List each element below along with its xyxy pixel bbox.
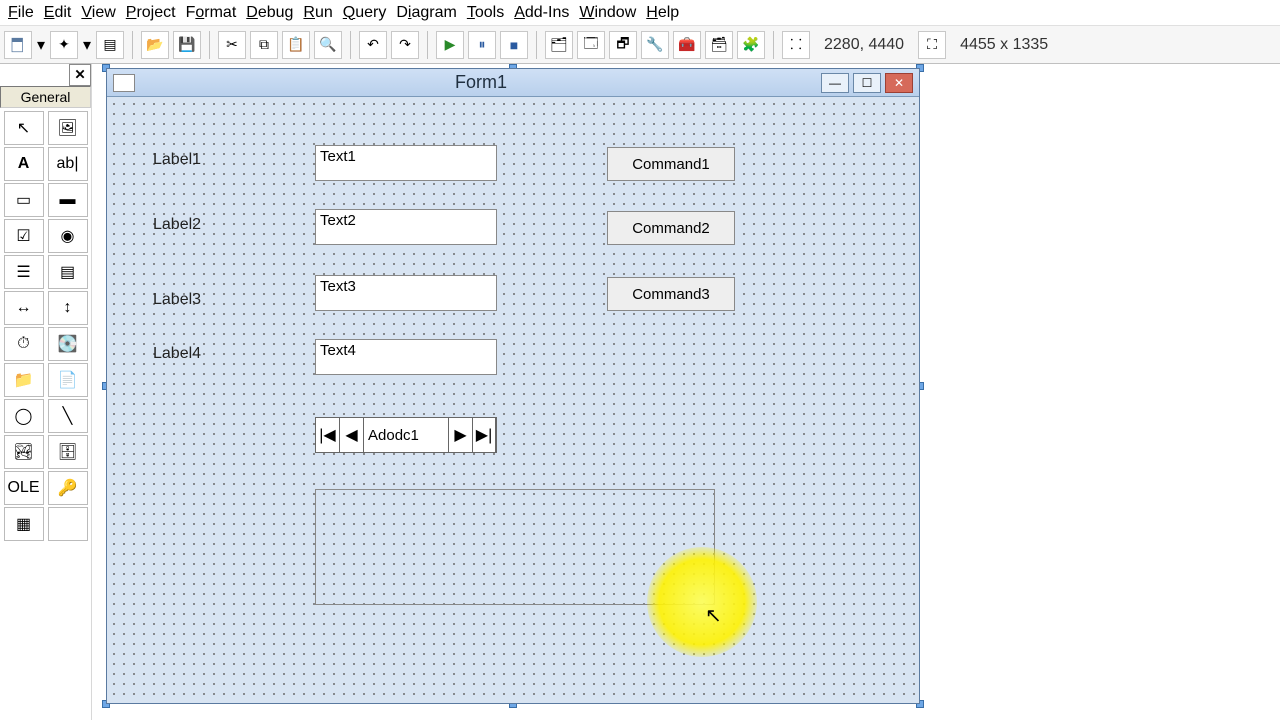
ole-tool[interactable]: OLE [4, 471, 44, 505]
size-readout: 4455 x 1335 [950, 36, 1058, 54]
menu-edit[interactable]: Edit [44, 4, 72, 22]
adodc-prev-button[interactable]: ◀ [340, 418, 364, 452]
menu-format[interactable]: Format [186, 4, 237, 22]
mouse-cursor: ↖ [705, 603, 722, 628]
label4[interactable]: Label4 [153, 345, 201, 363]
adodc-tool[interactable]: 🔑 [48, 471, 88, 505]
add-form-dropdown[interactable]: ▾ [82, 35, 92, 55]
optionbutton-tool[interactable]: ◉ [48, 219, 88, 253]
adodc1[interactable]: |◀ ◀ Adodc1 ▶ ▶| [315, 417, 497, 453]
command3[interactable]: Command3 [607, 277, 735, 311]
command1[interactable]: Command1 [607, 147, 735, 181]
drivelistbox-tool[interactable]: 💽 [48, 327, 88, 361]
find-button[interactable]: 🔍 [314, 31, 342, 59]
save-button[interactable]: 💾 [173, 31, 201, 59]
data-view-button[interactable]: 🗃 [705, 31, 733, 59]
adodc-caption: Adodc1 [364, 418, 448, 452]
project-explorer-button[interactable]: 🗂 [545, 31, 573, 59]
form-layout-button[interactable]: 🗗 [609, 31, 637, 59]
adodc-last-button[interactable]: ▶| [472, 418, 496, 452]
menu-project[interactable]: Project [126, 4, 176, 22]
text4[interactable]: Text4 [315, 339, 497, 375]
command2[interactable]: Command2 [607, 211, 735, 245]
close-button[interactable]: ✕ [885, 73, 913, 93]
frame-tool[interactable]: ▭ [4, 183, 44, 217]
extra-tool[interactable] [48, 507, 88, 541]
line-tool[interactable]: ╲ [48, 399, 88, 433]
menu-bar: File Edit View Project Format Debug Run … [0, 0, 1280, 26]
shape-tool[interactable]: ◯ [4, 399, 44, 433]
form-window[interactable]: Form1 — ☐ ✕ Label1 Label2 Label3 Label4 … [106, 68, 920, 704]
textbox-tool[interactable]: ab| [48, 147, 88, 181]
position-icon: ⸬ [782, 31, 810, 59]
filelistbox-tool[interactable]: 📄 [48, 363, 88, 397]
object-browser-button[interactable]: 🔧 [641, 31, 669, 59]
timer-tool[interactable]: ⏱ [4, 327, 44, 361]
redo-button[interactable]: ↷ [391, 31, 419, 59]
menu-run[interactable]: Run [303, 4, 332, 22]
position-readout: 2280, 4440 [814, 36, 914, 54]
menu-addins[interactable]: Add-Ins [514, 4, 569, 22]
data-tool[interactable]: 🗄 [48, 435, 88, 469]
cut-button[interactable]: ✂ [218, 31, 246, 59]
new-project-dropdown[interactable]: ▾ [36, 35, 46, 55]
label1[interactable]: Label1 [153, 151, 201, 169]
datagrid-tool[interactable]: ▦ [4, 507, 44, 541]
copy-button[interactable]: ⧉ [250, 31, 278, 59]
maximize-button[interactable]: ☐ [853, 73, 881, 93]
text2[interactable]: Text2 [315, 209, 497, 245]
start-button[interactable]: ▶ [436, 31, 464, 59]
menu-debug[interactable]: Debug [246, 4, 293, 22]
label3[interactable]: Label3 [153, 291, 201, 309]
menu-diagram[interactable]: Diagram [396, 4, 456, 22]
form-title: Form1 [141, 72, 821, 93]
size-icon: ⛶ [918, 31, 946, 59]
label-tool[interactable]: A [4, 147, 44, 181]
menu-file[interactable]: File [8, 4, 34, 22]
vscrollbar-tool[interactable]: ↕ [48, 291, 88, 325]
image-tool[interactable]: 🏞 [4, 435, 44, 469]
dirlistbox-tool[interactable]: 📁 [4, 363, 44, 397]
component-button[interactable]: 🧩 [737, 31, 765, 59]
drag-rectangle [315, 489, 715, 605]
label2[interactable]: Label2 [153, 216, 201, 234]
add-form-button[interactable]: ✦ [50, 31, 78, 59]
menu-tools[interactable]: Tools [467, 4, 504, 22]
listbox-tool[interactable]: ▤ [48, 255, 88, 289]
toolbox-title: General [0, 86, 91, 108]
properties-button[interactable]: 🗔 [577, 31, 605, 59]
menu-window[interactable]: Window [579, 4, 636, 22]
form-designer[interactable]: Form1 — ☐ ✕ Label1 Label2 Label3 Label4 … [92, 64, 1280, 720]
combobox-tool[interactable]: ☰ [4, 255, 44, 289]
text3[interactable]: Text3 [315, 275, 497, 311]
toolbox-close-button[interactable]: ✕ [69, 64, 91, 86]
form-icon [113, 74, 135, 92]
text1[interactable]: Text1 [315, 145, 497, 181]
minimize-button[interactable]: — [821, 73, 849, 93]
adodc-next-button[interactable]: ▶ [448, 418, 472, 452]
adodc-first-button[interactable]: |◀ [316, 418, 340, 452]
open-button[interactable]: 📂 [141, 31, 169, 59]
pointer-tool[interactable]: ↖ [4, 111, 44, 145]
new-project-button[interactable] [4, 31, 32, 59]
menu-editor-button[interactable]: ▤ [96, 31, 124, 59]
end-button[interactable]: ■ [500, 31, 528, 59]
menu-help[interactable]: Help [646, 4, 679, 22]
toolbox-panel: ✕ General ↖ 🖼 A ab| ▭ ▬ ☑ ◉ ☰ ▤ ↔ ↕ ⏱ 💽 … [0, 64, 92, 720]
toolbar: ▾ ✦ ▾ ▤ 📂 💾 ✂ ⧉ 📋 🔍 ↶ ↷ ▶ ⏸ ■ 🗂 🗔 🗗 🔧 🧰 … [0, 26, 1280, 64]
undo-button[interactable]: ↶ [359, 31, 387, 59]
hscrollbar-tool[interactable]: ↔ [4, 291, 44, 325]
checkbox-tool[interactable]: ☑ [4, 219, 44, 253]
paste-button[interactable]: 📋 [282, 31, 310, 59]
form-titlebar[interactable]: Form1 — ☐ ✕ [107, 69, 919, 97]
form-client-area[interactable]: Label1 Label2 Label3 Label4 Text1 Text2 … [107, 97, 919, 703]
picturebox-tool[interactable]: 🖼 [48, 111, 88, 145]
commandbutton-tool[interactable]: ▬ [48, 183, 88, 217]
toolbox-button[interactable]: 🧰 [673, 31, 701, 59]
menu-query[interactable]: Query [343, 4, 387, 22]
break-button[interactable]: ⏸ [468, 31, 496, 59]
menu-view[interactable]: View [81, 4, 115, 22]
